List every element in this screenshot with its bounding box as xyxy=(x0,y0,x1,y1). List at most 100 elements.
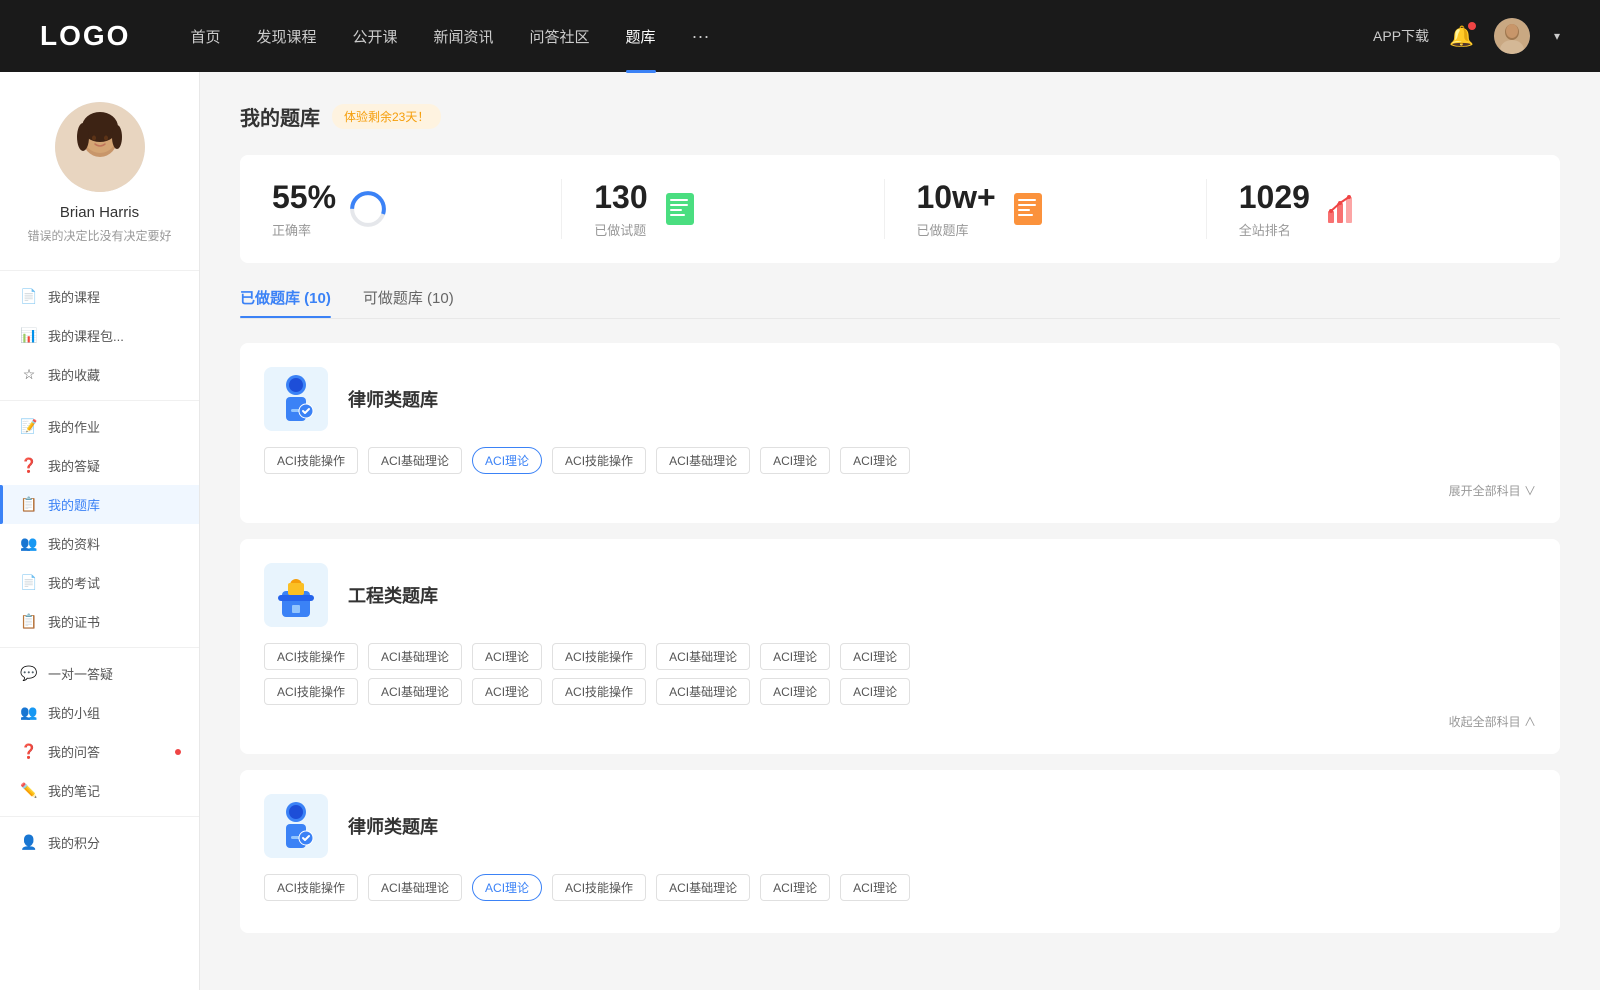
sidebar-label-questions: 我的问答 xyxy=(48,742,100,761)
qbank-tag[interactable]: ACI基础理论 xyxy=(368,643,462,670)
nav-qa[interactable]: 问答社区 xyxy=(530,26,590,47)
sidebar-item-coursepack[interactable]: 📊 我的课程包... xyxy=(0,316,199,355)
sidebar-item-courses[interactable]: 📄 我的课程 xyxy=(0,277,199,316)
divider-4 xyxy=(0,816,199,817)
sidebar-item-favorites[interactable]: ☆ 我的收藏 xyxy=(0,355,199,394)
exams-icon: 📄 xyxy=(20,574,38,591)
page-title-row: 我的题库 体验剩余23天！ xyxy=(240,102,1560,131)
user-dropdown-arrow[interactable]: ▾ xyxy=(1554,29,1560,43)
questions-icon: ❓ xyxy=(20,743,38,760)
qbank-tag[interactable]: ACI理论 xyxy=(840,447,910,474)
nav-discover[interactable]: 发现课程 xyxy=(256,26,316,47)
qbank-tag[interactable]: ACI理论 xyxy=(840,874,910,901)
sidebar-username: Brian Harris xyxy=(60,204,139,221)
qa-icon: ❓ xyxy=(20,457,38,474)
notes-icon: ✏️ xyxy=(20,782,38,799)
qbank-tag-active[interactable]: ACI理论 xyxy=(472,447,542,474)
qbank-tag[interactable]: ACI理论 xyxy=(472,643,542,670)
banks-doc-icon xyxy=(1008,189,1048,229)
qbank-tag[interactable]: ACI基础理论 xyxy=(656,643,750,670)
qbank-tag[interactable]: ACI技能操作 xyxy=(552,874,646,901)
qbank-icon-lawyer-3 xyxy=(264,794,328,858)
sidebar-label-questionbank: 我的题库 xyxy=(48,495,100,514)
sidebar-item-questionbank[interactable]: 📋 我的题库 xyxy=(0,485,199,524)
sidebar-label-homework: 我的作业 xyxy=(48,417,100,436)
questionbank-icon: 📋 xyxy=(20,496,38,513)
user-avatar[interactable] xyxy=(1494,18,1530,54)
qbank-tag[interactable]: ACI技能操作 xyxy=(552,447,646,474)
qbank-tag[interactable]: ACI技能操作 xyxy=(264,643,358,670)
sidebar-item-tutoring[interactable]: 💬 一对一答疑 xyxy=(0,654,199,693)
sidebar-item-certificates[interactable]: 📋 我的证书 xyxy=(0,602,199,641)
stat-questions-value: 130 xyxy=(594,179,647,216)
homework-icon: 📝 xyxy=(20,418,38,435)
sidebar-label-courses: 我的课程 xyxy=(48,287,100,306)
qbank-card-1: 律师类题库 ACI技能操作 ACI基础理论 ACI理论 ACI技能操作 ACI基… xyxy=(240,343,1560,523)
qbank-tag[interactable]: ACI理论 xyxy=(760,643,830,670)
app-download-link[interactable]: APP下载 xyxy=(1373,26,1429,46)
sidebar-item-profile[interactable]: 👥 我的资料 xyxy=(0,524,199,563)
avatar-image xyxy=(1494,18,1530,54)
qbank-header-2: 工程类题库 xyxy=(264,563,1536,627)
tutoring-icon: 💬 xyxy=(20,665,38,682)
sidebar-item-questions[interactable]: ❓ 我的问答 xyxy=(0,732,199,771)
qbank-tag[interactable]: ACI理论 xyxy=(760,874,830,901)
tab-done-banks[interactable]: 已做题库 (10) xyxy=(240,287,331,318)
navbar-right: APP下载 🔔 ▾ xyxy=(1373,18,1560,54)
sidebar-avatar xyxy=(55,102,145,192)
stat-questions-done: 130 已做试题 xyxy=(562,179,884,239)
qbank-tag[interactable]: ACI技能操作 xyxy=(552,678,646,705)
qbank-tags-1: ACI技能操作 ACI基础理论 ACI理论 ACI技能操作 ACI基础理论 AC… xyxy=(264,447,1536,474)
qbank-tag[interactable]: ACI基础理论 xyxy=(368,874,462,901)
qbank-tag-active[interactable]: ACI理论 xyxy=(472,874,542,901)
sidebar-avatar-image xyxy=(55,102,145,192)
qbank-tag[interactable]: ACI基础理论 xyxy=(656,678,750,705)
sidebar-label-group: 我的小组 xyxy=(48,703,100,722)
collapse-button-2[interactable]: 收起全部科目 ∧ xyxy=(1449,713,1536,730)
points-icon: 👤 xyxy=(20,834,38,851)
qbank-tag[interactable]: ACI理论 xyxy=(840,643,910,670)
sidebar-item-points[interactable]: 👤 我的积分 xyxy=(0,823,199,862)
sidebar-item-exams[interactable]: 📄 我的考试 xyxy=(0,563,199,602)
qbank-tag[interactable]: ACI理论 xyxy=(760,678,830,705)
nav-more[interactable]: ··· xyxy=(692,26,710,47)
qbank-tag[interactable]: ACI技能操作 xyxy=(264,678,358,705)
qbank-tag[interactable]: ACI理论 xyxy=(760,447,830,474)
page-wrapper: Brian Harris 错误的决定比没有决定要好 📄 我的课程 📊 我的课程包… xyxy=(0,0,1600,990)
qbank-tag[interactable]: ACI理论 xyxy=(840,678,910,705)
qbank-tags-2-row2: ACI技能操作 ACI基础理论 ACI理论 ACI技能操作 ACI基础理论 AC… xyxy=(264,678,1536,705)
sidebar-item-notes[interactable]: ✏️ 我的笔记 xyxy=(0,771,199,810)
qbank-tag[interactable]: ACI理论 xyxy=(472,678,542,705)
nav-open-course[interactable]: 公开课 xyxy=(352,26,397,47)
qbank-header-3: 律师类题库 xyxy=(264,794,1536,858)
qbank-title-1: 律师类题库 xyxy=(348,386,438,412)
qbank-footer-1: 展开全部科目 ∨ xyxy=(264,482,1536,499)
qbank-footer-2: 收起全部科目 ∧ xyxy=(264,713,1536,730)
nav-news[interactable]: 新闻资讯 xyxy=(434,26,494,47)
nav-home[interactable]: 首页 xyxy=(190,26,220,47)
nav-questionbank[interactable]: 题库 xyxy=(626,26,656,47)
qbank-tag[interactable]: ACI技能操作 xyxy=(264,874,358,901)
trial-badge: 体验剩余23天！ xyxy=(332,104,441,129)
sidebar-item-group[interactable]: 👥 我的小组 xyxy=(0,693,199,732)
navbar-menu: 首页 发现课程 公开课 新闻资讯 问答社区 题库 ··· xyxy=(190,26,1373,47)
qbank-tag[interactable]: ACI基础理论 xyxy=(656,874,750,901)
qbank-tag[interactable]: ACI基础理论 xyxy=(656,447,750,474)
tabs-row: 已做题库 (10) 可做题库 (10) xyxy=(240,287,1560,319)
notification-bell[interactable]: 🔔 xyxy=(1449,24,1474,49)
accuracy-chart-icon xyxy=(348,189,388,229)
qbank-tag[interactable]: ACI技能操作 xyxy=(552,643,646,670)
sidebar-item-homework[interactable]: 📝 我的作业 xyxy=(0,407,199,446)
tab-available-banks[interactable]: 可做题库 (10) xyxy=(363,287,454,318)
qbank-tag[interactable]: ACI技能操作 xyxy=(264,447,358,474)
sidebar-item-qa[interactable]: ❓ 我的答疑 xyxy=(0,446,199,485)
qbank-tag[interactable]: ACI基础理论 xyxy=(368,678,462,705)
group-icon: 👥 xyxy=(20,704,38,721)
sidebar-label-tutoring: 一对一答疑 xyxy=(48,664,113,683)
stat-questions-label: 已做试题 xyxy=(594,220,647,239)
qbank-icon-engineer xyxy=(264,563,328,627)
expand-button-1[interactable]: 展开全部科目 ∨ xyxy=(1449,482,1536,499)
sidebar-label-coursepack: 我的课程包... xyxy=(48,326,124,345)
qbank-tag[interactable]: ACI基础理论 xyxy=(368,447,462,474)
divider-2 xyxy=(0,400,199,401)
